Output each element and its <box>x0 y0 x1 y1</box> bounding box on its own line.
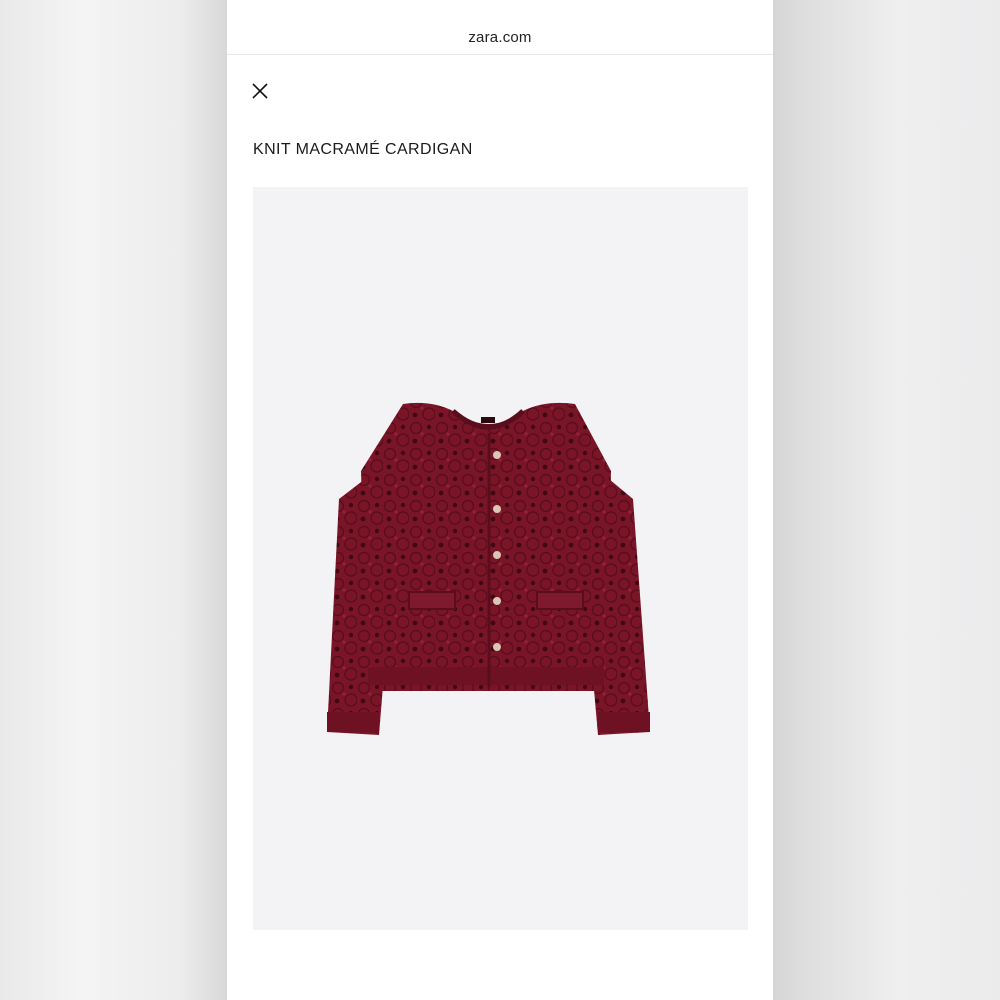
cardigan-photo <box>327 402 650 735</box>
product-image[interactable] <box>253 187 748 930</box>
close-icon <box>252 83 268 99</box>
browser-viewport: zara.com KNIT MACRAMÉ CARDIGAN <box>227 0 773 1000</box>
close-button[interactable] <box>249 80 271 102</box>
url-text[interactable]: zara.com <box>227 29 773 46</box>
product-title: KNIT MACRAMÉ CARDIGAN <box>253 141 473 158</box>
address-bar[interactable]: zara.com <box>227 0 773 55</box>
